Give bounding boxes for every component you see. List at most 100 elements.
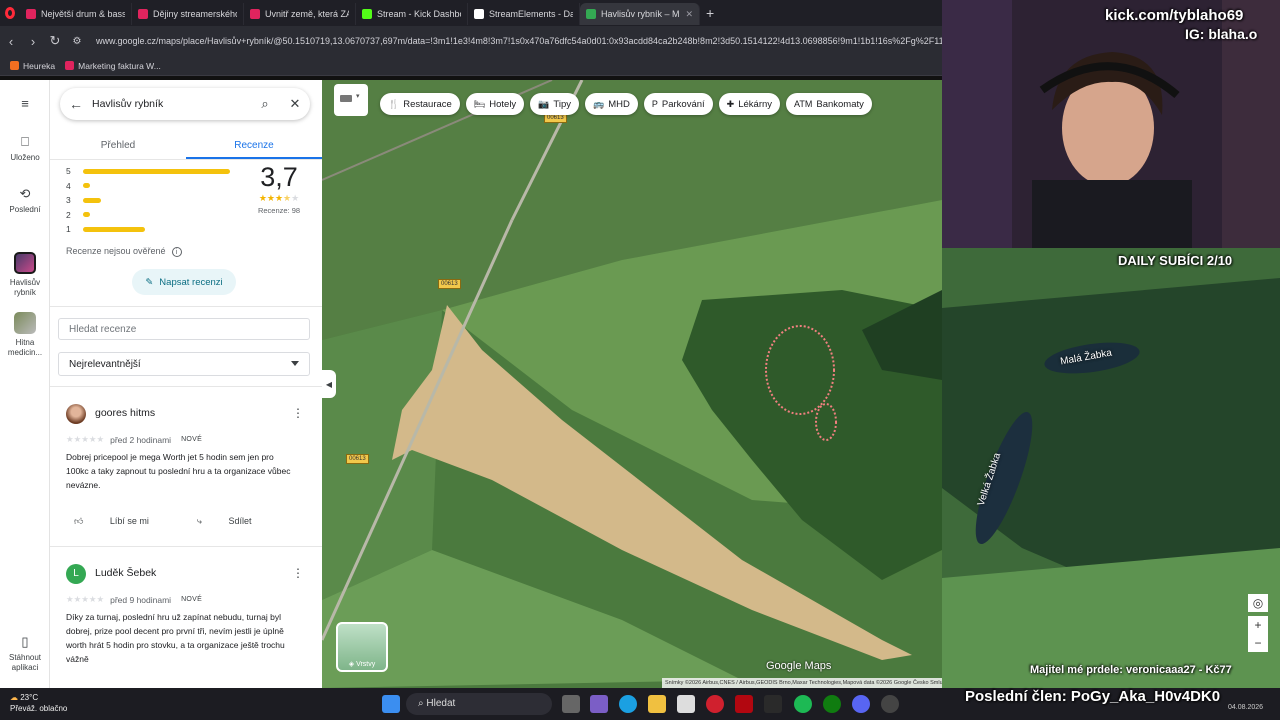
- collapse-panel-button[interactable]: ◀: [322, 370, 336, 398]
- back-arrow-icon[interactable]: ←: [60, 96, 92, 112]
- file-explorer-icon[interactable]: [648, 695, 666, 713]
- share-label: Sdílet: [228, 516, 252, 526]
- start-icon[interactable]: [382, 695, 400, 713]
- tab-favicon-icon: [474, 9, 484, 19]
- my-location-icon[interactable]: ◎: [1248, 594, 1268, 612]
- discord-icon[interactable]: [852, 695, 870, 713]
- opera-icon[interactable]: [706, 695, 724, 713]
- rail-place-havlisuv[interactable]: Havlisův rybník: [0, 252, 50, 298]
- bookmark-marketing[interactable]: Marketing faktura W...: [65, 61, 161, 71]
- tab-favicon-icon: [586, 9, 596, 19]
- bookmark-icon: ⎕: [21, 134, 29, 149]
- review-item: goores hitms ⋮ ★★★★★ před 2 hodinami NOV…: [50, 404, 322, 544]
- chip-label: Tipy: [553, 98, 572, 110]
- obs-icon[interactable]: [881, 695, 899, 713]
- new-tab-button[interactable]: +: [700, 5, 720, 21]
- tab-reviews[interactable]: Recenze: [186, 132, 322, 159]
- browser-tab-bar: Největší drum & bass fest Dějiny streamer…: [0, 0, 942, 26]
- more-options-icon[interactable]: ⋮: [292, 566, 304, 580]
- browser-tab[interactable]: Stream - Kick Dashboard: [356, 3, 468, 25]
- chip-hotely[interactable]: 🛏 Hotely: [465, 93, 525, 115]
- back-icon[interactable]: ‹: [0, 34, 22, 49]
- epic-games-icon[interactable]: [764, 695, 782, 713]
- tab-favicon-icon: [362, 9, 372, 19]
- site-info-icon[interactable]: ⚙: [66, 36, 88, 47]
- chip-label: Bankomaty: [816, 98, 864, 110]
- browser-tab[interactable]: Největší drum & bass fest: [20, 3, 132, 25]
- menu-button[interactable]: ≡: [0, 96, 50, 114]
- netflix-icon[interactable]: [735, 695, 753, 713]
- search-icon[interactable]: ⌕: [250, 96, 280, 112]
- chip-parkování[interactable]: P Parkování: [643, 93, 713, 115]
- share-button[interactable]: ⤷ Sdílet: [197, 516, 276, 527]
- bookmark-label: Heureka: [23, 60, 56, 71]
- rail-label: Poslední: [9, 205, 41, 214]
- rail-label: Havlisův rybník: [9, 278, 41, 297]
- rail-saved[interactable]: ⎕ Uloženo: [0, 134, 50, 162]
- chip-tipy[interactable]: 📷 Tipy: [530, 93, 580, 115]
- info-icon[interactable]: i: [171, 247, 182, 257]
- map-type-button[interactable]: ▾: [334, 84, 368, 116]
- divider: [50, 306, 322, 307]
- reload-icon[interactable]: ↻: [44, 33, 66, 49]
- chip-mhd[interactable]: 🚌 MHD: [585, 93, 638, 115]
- rail-download-app[interactable]: ▯ Stáhnout aplikaci: [0, 634, 50, 673]
- close-tab-icon[interactable]: ✕: [685, 9, 693, 20]
- chip-icon: ATM: [794, 99, 813, 109]
- url-field[interactable]: www.google.cz/maps/place/Havlisův+rybník…: [96, 36, 942, 46]
- review-author[interactable]: goores hitms: [95, 407, 155, 419]
- sort-dropdown[interactable]: Nejrelevantnější: [58, 352, 310, 376]
- chip-restaurace[interactable]: 🍴 Restaurace: [380, 93, 460, 115]
- rating-distribution: 5 4 3 2 1: [66, 164, 236, 237]
- spotify-icon[interactable]: [794, 695, 812, 713]
- browser-tab[interactable]: Havlisův rybník – Mapy G ✕: [580, 3, 700, 25]
- edge-icon[interactable]: [619, 695, 637, 713]
- rating-bar-row: 1: [66, 222, 236, 237]
- forward-icon[interactable]: ›: [22, 34, 44, 49]
- review-time: před 9 hodinami: [110, 594, 172, 605]
- store-icon[interactable]: [677, 695, 695, 713]
- task-view-icon[interactable]: [562, 695, 580, 713]
- review-search-input[interactable]: Hledat recenze: [58, 318, 310, 340]
- rating-bar-track: [83, 226, 231, 232]
- bookmark-heureka[interactable]: Heureka: [10, 61, 55, 71]
- rating-bar-track: [83, 183, 231, 189]
- tab-overview[interactable]: Přehled: [50, 132, 186, 159]
- browser-tab[interactable]: Dějiny streamerského nás: [132, 3, 244, 25]
- tab-title: StreamElements - Dashbo: [489, 9, 573, 19]
- avatar[interactable]: L: [66, 564, 86, 584]
- zoom-in-button[interactable]: +: [1248, 616, 1268, 634]
- weather-icon: ☁: [10, 693, 21, 702]
- opera-logo-icon[interactable]: [0, 2, 20, 24]
- maps-rail: ≡ ⎕ Uloženo ⟲ Poslední Havlisův rybník H…: [0, 80, 50, 688]
- chip-icon: 🍴: [388, 98, 400, 109]
- more-options-icon[interactable]: ⋮: [292, 406, 304, 420]
- browser-tab[interactable]: Uvnitř země, která ZABÍJÍ: [244, 3, 356, 25]
- search-input[interactable]: Havlisův rybník: [92, 98, 250, 110]
- write-review-button[interactable]: ✎ Napsat recenzi: [132, 269, 236, 295]
- like-button[interactable]: 👍︎ Líbí se mi: [74, 516, 173, 527]
- browser-tab[interactable]: StreamElements - Dashbo: [468, 3, 580, 25]
- close-icon[interactable]: ✕: [280, 96, 310, 112]
- teams-icon[interactable]: [590, 695, 608, 713]
- thumbs-up-icon: 👍︎: [74, 516, 86, 526]
- rating-bar-row: 2: [66, 208, 236, 223]
- phone-icon: ▯: [21, 634, 29, 649]
- place-panel: ← Havlisův rybník ⌕ ✕ Přehled Recenze 5 4…: [50, 80, 322, 688]
- tab-title: Největší drum & bass fest: [41, 9, 125, 19]
- review-text: Díky za turnaj, poslední hru už zapínat …: [66, 612, 285, 664]
- address-bar: ‹ › ↻ ⚙ www.google.cz/maps/place/Havlisů…: [0, 26, 942, 56]
- avatar[interactable]: [66, 404, 86, 424]
- rail-recent[interactable]: ⟲ Poslední: [0, 186, 50, 214]
- chip-lékárny[interactable]: ✚ Lékárny: [718, 93, 781, 115]
- chip-bankomaty[interactable]: ATM Bankomaty: [786, 93, 872, 115]
- review-author[interactable]: Luděk Šebek: [95, 567, 156, 579]
- zoom-out-button[interactable]: −: [1248, 634, 1268, 652]
- satellite-map[interactable]: [322, 80, 942, 688]
- weather-widget[interactable]: ☁ 23°C Převáž. oblačno: [10, 692, 67, 714]
- layers-button[interactable]: ◈ Vrstvy: [336, 622, 388, 672]
- xbox-icon[interactable]: [823, 695, 841, 713]
- review-stars: ★★★★★: [66, 594, 105, 604]
- taskbar-search[interactable]: ⌕ Hledat: [406, 693, 552, 715]
- rail-place-hitna[interactable]: Hitna medicin...: [0, 312, 50, 358]
